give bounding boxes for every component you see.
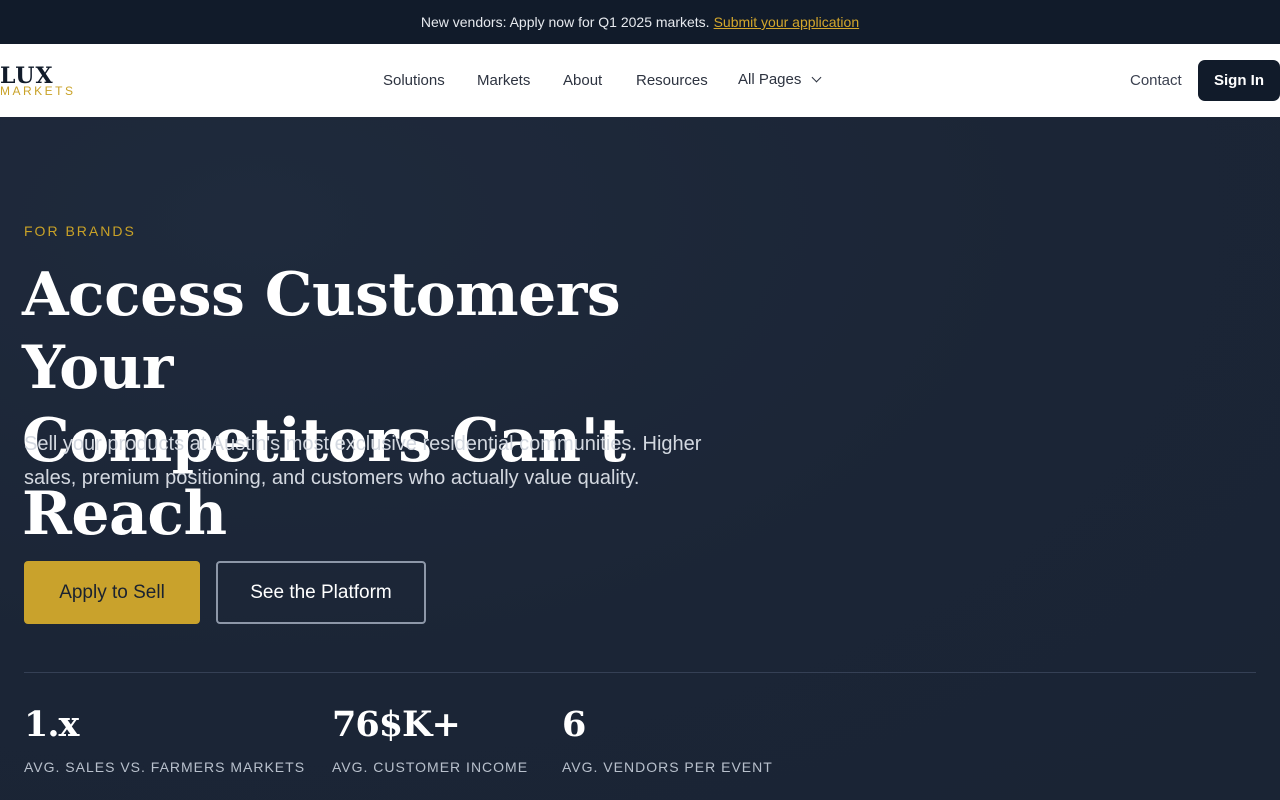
- announcement-bar: New vendors: Apply now for Q1 2025 marke…: [0, 0, 1280, 44]
- hero-eyebrow: FOR BRANDS: [24, 223, 136, 239]
- chevron-down-icon: [811, 72, 822, 83]
- stat-vendors: 6 AVG. VENDORS PER EVENT: [562, 704, 773, 776]
- hero-subtext: Sell your products at Austin's most excl…: [24, 433, 702, 489]
- stat-sales: 1.x AVG. SALES VS. FARMERS MARKETS: [24, 704, 306, 776]
- nav-item-markets[interactable]: Markets: [477, 72, 530, 89]
- see-platform-button[interactable]: See the Platform: [216, 561, 426, 624]
- submit-application-link[interactable]: Submit your application: [714, 14, 860, 30]
- nav-item-about[interactable]: About: [563, 72, 602, 89]
- stat-label: AVG. SALES VS. FARMERS MARKETS: [24, 759, 306, 775]
- stat-label: AVG. CUSTOMER INCOME: [332, 759, 529, 775]
- hero-headline: Access Customers Your Competitors Can't …: [22, 259, 782, 551]
- all-pages-label: All Pages: [738, 71, 802, 88]
- divider: [24, 672, 1256, 673]
- sign-in-button[interactable]: Sign In: [1198, 60, 1280, 101]
- nav-links: Solutions Markets About Resources All Pa…: [0, 44, 1280, 117]
- stat-value: 1.x: [24, 704, 79, 745]
- nav-item-resources[interactable]: Resources: [636, 72, 708, 89]
- nav-item-solutions[interactable]: Solutions: [383, 72, 445, 89]
- headline-line-1: Access Customers Your: [22, 260, 621, 403]
- stat-income: 76$K+ AVG. CUSTOMER INCOME: [332, 704, 529, 776]
- top-navigation: LUX MARKETS Solutions Markets About Reso…: [0, 44, 1280, 117]
- stat-value: 76$K+: [332, 704, 461, 745]
- nav-item-all-pages[interactable]: All Pages: [738, 71, 822, 88]
- hero-section: FOR BRANDS Access Customers Your Competi…: [0, 117, 1280, 800]
- announcement-text: New vendors: Apply now for Q1 2025 marke…: [420, 14, 710, 30]
- contact-link[interactable]: Contact: [1130, 72, 1182, 89]
- stat-label: AVG. VENDORS PER EVENT: [562, 759, 773, 775]
- apply-to-sell-button[interactable]: Apply to Sell: [24, 561, 200, 624]
- stat-value: 6: [562, 704, 586, 745]
